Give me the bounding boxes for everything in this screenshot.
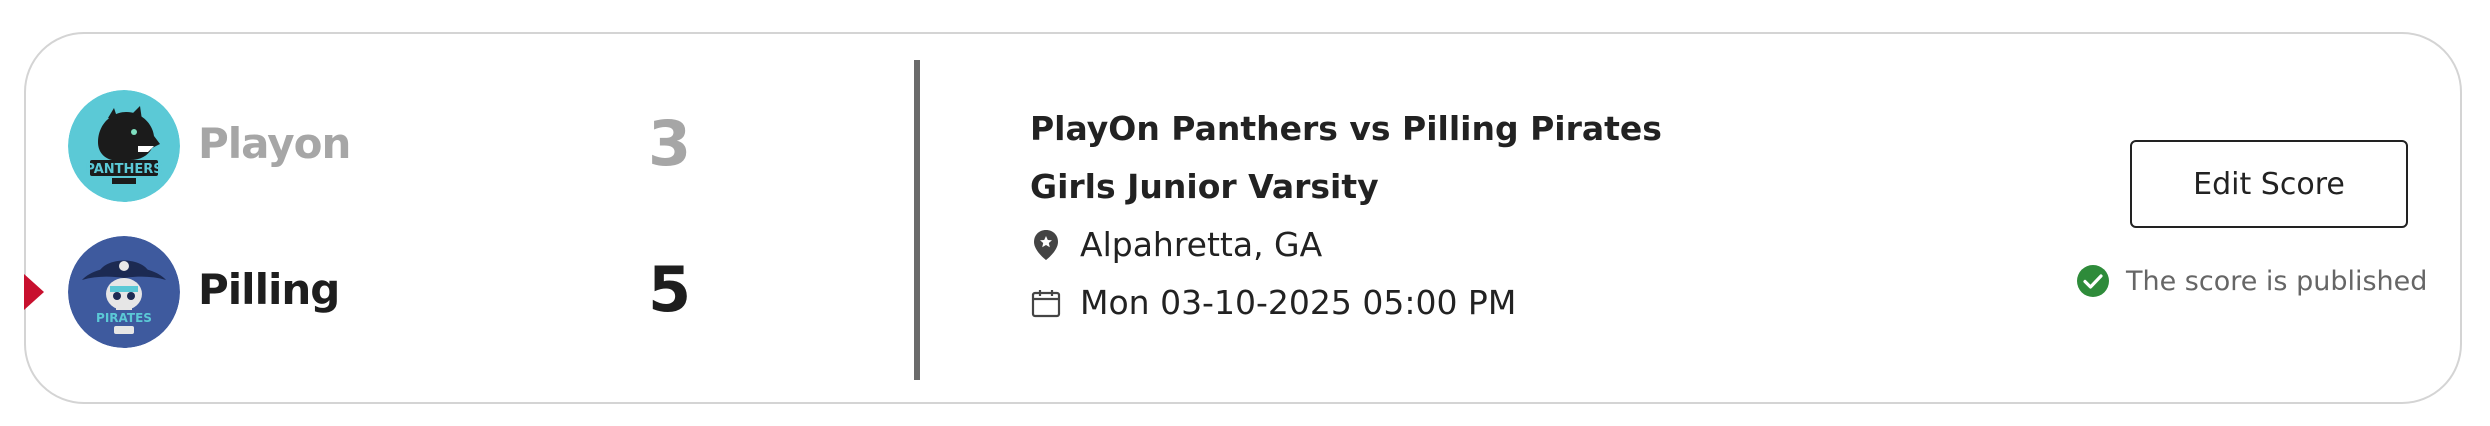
game-details: PlayOn Panthers vs Pilling Pirates Girls… <box>1030 108 1662 340</box>
svg-text:PIRATES: PIRATES <box>96 311 152 325</box>
publish-status: The score is published <box>2076 264 2427 298</box>
team-score: 5 <box>648 253 691 326</box>
team-row-home: PANTHERS Playon 3 <box>68 90 748 202</box>
game-datetime: Mon 03-10-2025 05:00 PM <box>1030 282 1662 324</box>
edit-score-button[interactable]: Edit Score <box>2130 140 2408 228</box>
pirates-logo: PIRATES <box>68 236 180 348</box>
game-title: PlayOn Panthers vs Pilling Pirates <box>1030 109 1662 148</box>
panthers-logo: PANTHERS <box>68 90 180 202</box>
team-name: Pilling <box>198 265 340 314</box>
status-text: The score is published <box>2126 265 2428 297</box>
team-name: Playon <box>198 119 351 168</box>
game-level: Girls Junior Varsity <box>1030 167 1379 206</box>
calendar-icon <box>1030 285 1062 321</box>
game-location: Alpahretta, GA <box>1030 224 1662 266</box>
location-text: Alpahretta, GA <box>1080 225 1323 264</box>
winner-indicator-icon <box>24 274 44 310</box>
check-circle-icon <box>2077 265 2109 297</box>
divider <box>914 60 920 380</box>
team-row-away: PIRATES Pilling 5 <box>68 236 748 348</box>
map-pin-icon <box>1030 227 1062 263</box>
svg-text:PANTHERS: PANTHERS <box>85 162 162 177</box>
datetime-text: Mon 03-10-2025 05:00 PM <box>1080 283 1517 322</box>
team-score: 3 <box>648 107 691 180</box>
